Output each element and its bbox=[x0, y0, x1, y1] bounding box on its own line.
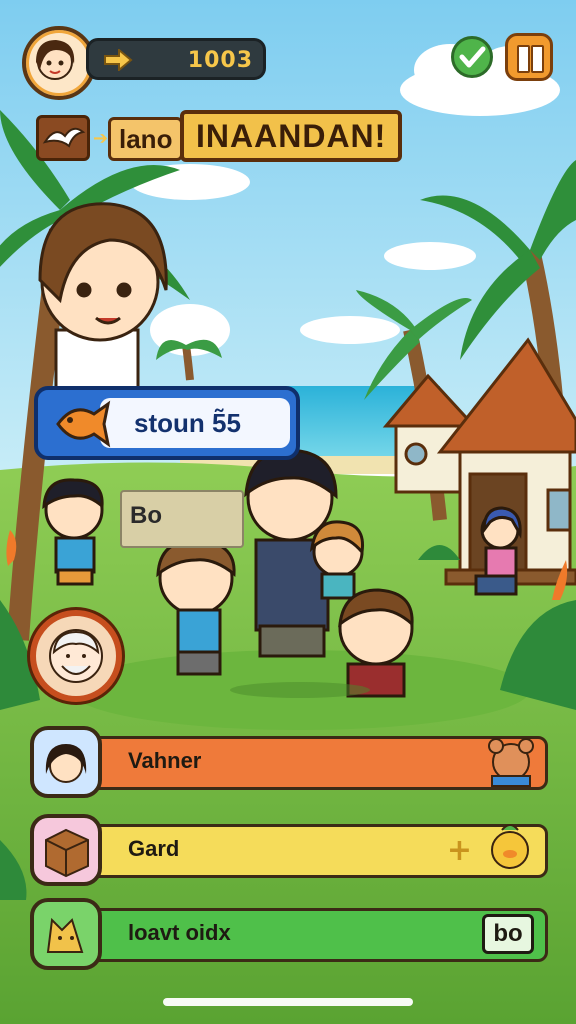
menu-label: loavt oidx bbox=[128, 920, 231, 945]
player-face-icon bbox=[36, 40, 75, 80]
coin-counter: 1003 bbox=[86, 38, 266, 80]
fish-icon bbox=[56, 400, 111, 448]
banner-arrow-icon: ➔ bbox=[93, 128, 109, 149]
menu-label: Vahner bbox=[128, 748, 202, 773]
dialog-text: stoun 5̃5 bbox=[134, 408, 241, 438]
count-badge: bo bbox=[482, 914, 534, 954]
sign-text: Bo bbox=[130, 502, 162, 529]
elder-face-icon bbox=[49, 629, 103, 683]
seagull-icon bbox=[42, 127, 86, 148]
menu-row-loavt[interactable]: loavt oidx bo bbox=[30, 898, 548, 970]
bear-icon bbox=[488, 738, 534, 787]
elder-portrait-button[interactable] bbox=[30, 610, 122, 702]
duck-icon bbox=[491, 824, 529, 869]
menu-row-vahner[interactable]: Vahner bbox=[30, 726, 548, 798]
home-indicator[interactable] bbox=[163, 998, 413, 1006]
check-icon bbox=[459, 46, 486, 68]
confirm-button[interactable] bbox=[451, 36, 493, 78]
menu-row-gard[interactable]: Gard + bbox=[30, 814, 548, 886]
dialog-bubble[interactable]: stoun 5̃5 bbox=[34, 386, 300, 460]
coin-value: 1003 bbox=[187, 48, 253, 73]
menu-label: Gard bbox=[128, 836, 180, 861]
banner-emblem bbox=[36, 115, 90, 161]
pause-button[interactable] bbox=[505, 33, 553, 81]
banner-subtitle: lano bbox=[108, 117, 184, 161]
plus-icon[interactable]: + bbox=[447, 836, 472, 866]
girl-portrait-icon bbox=[30, 726, 102, 798]
banner-title: INAANDAN! bbox=[180, 110, 403, 162]
cat-icon bbox=[30, 898, 102, 970]
player-avatar[interactable] bbox=[22, 26, 96, 100]
crate-icon bbox=[30, 814, 102, 886]
arrow-right-icon bbox=[104, 49, 133, 71]
